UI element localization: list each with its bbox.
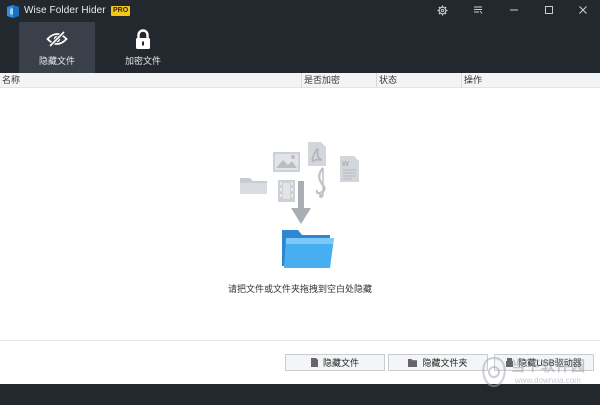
maximize-button[interactable] bbox=[535, 0, 563, 20]
menu-button[interactable] bbox=[464, 0, 492, 20]
app-logo-icon bbox=[7, 5, 19, 18]
music-note-icon bbox=[315, 167, 326, 198]
column-status[interactable]: 状态 bbox=[377, 73, 397, 87]
minimize-icon bbox=[510, 9, 518, 11]
image-icon bbox=[273, 152, 300, 172]
column-action[interactable]: 操作 bbox=[462, 73, 482, 87]
pdf-icon bbox=[308, 142, 326, 166]
hide-file-label: 隐藏文件 bbox=[322, 358, 359, 368]
tab-hide-file[interactable]: 隐藏文件 bbox=[19, 22, 95, 73]
folder-icon bbox=[408, 358, 418, 367]
watermark-text: 当下软件园 bbox=[511, 359, 586, 375]
title-bar: Wise Folder Hider PRO bbox=[0, 0, 600, 22]
hide-folder-label: 隐藏文件夹 bbox=[422, 358, 468, 368]
drop-hint: 请把文件或文件夹拖拽到空白处隐藏 bbox=[227, 284, 372, 294]
file-icon bbox=[310, 358, 318, 367]
video-icon bbox=[278, 180, 295, 202]
lock-icon bbox=[132, 28, 154, 49]
minimize-button[interactable] bbox=[500, 0, 528, 20]
folder-blue-icon bbox=[282, 230, 334, 268]
document-icon: W bbox=[340, 156, 359, 182]
eye-slash-icon bbox=[46, 29, 68, 49]
column-name[interactable]: 名称 bbox=[0, 73, 20, 87]
drop-illustration: W bbox=[240, 142, 359, 268]
tab-label: 隐藏文件 bbox=[38, 56, 75, 66]
column-encrypted[interactable]: 是否加密 bbox=[302, 73, 340, 87]
app-title: Wise Folder Hider bbox=[24, 5, 106, 16]
close-icon bbox=[579, 6, 587, 14]
watermark: 当下软件园 www.downxia.com bbox=[472, 354, 600, 402]
hide-file-button[interactable]: 隐藏文件 bbox=[285, 354, 385, 371]
divider bbox=[0, 340, 600, 341]
menu-list-icon bbox=[474, 6, 483, 14]
watermark-url: www.downxia.com bbox=[515, 376, 581, 385]
watermark-logo-icon bbox=[482, 356, 506, 388]
tab-label: 加密文件 bbox=[124, 56, 161, 66]
settings-button[interactable] bbox=[428, 0, 456, 20]
tab-encrypt-file[interactable]: 加密文件 bbox=[105, 22, 181, 73]
folder-small-icon bbox=[240, 178, 267, 194]
maximize-icon bbox=[545, 6, 553, 14]
svg-text:W: W bbox=[342, 160, 349, 168]
pro-badge: PRO bbox=[111, 6, 131, 16]
gear-icon bbox=[436, 4, 448, 16]
close-button[interactable] bbox=[569, 0, 597, 20]
table-header: 名称 是否加密 状态 操作 bbox=[0, 73, 600, 88]
